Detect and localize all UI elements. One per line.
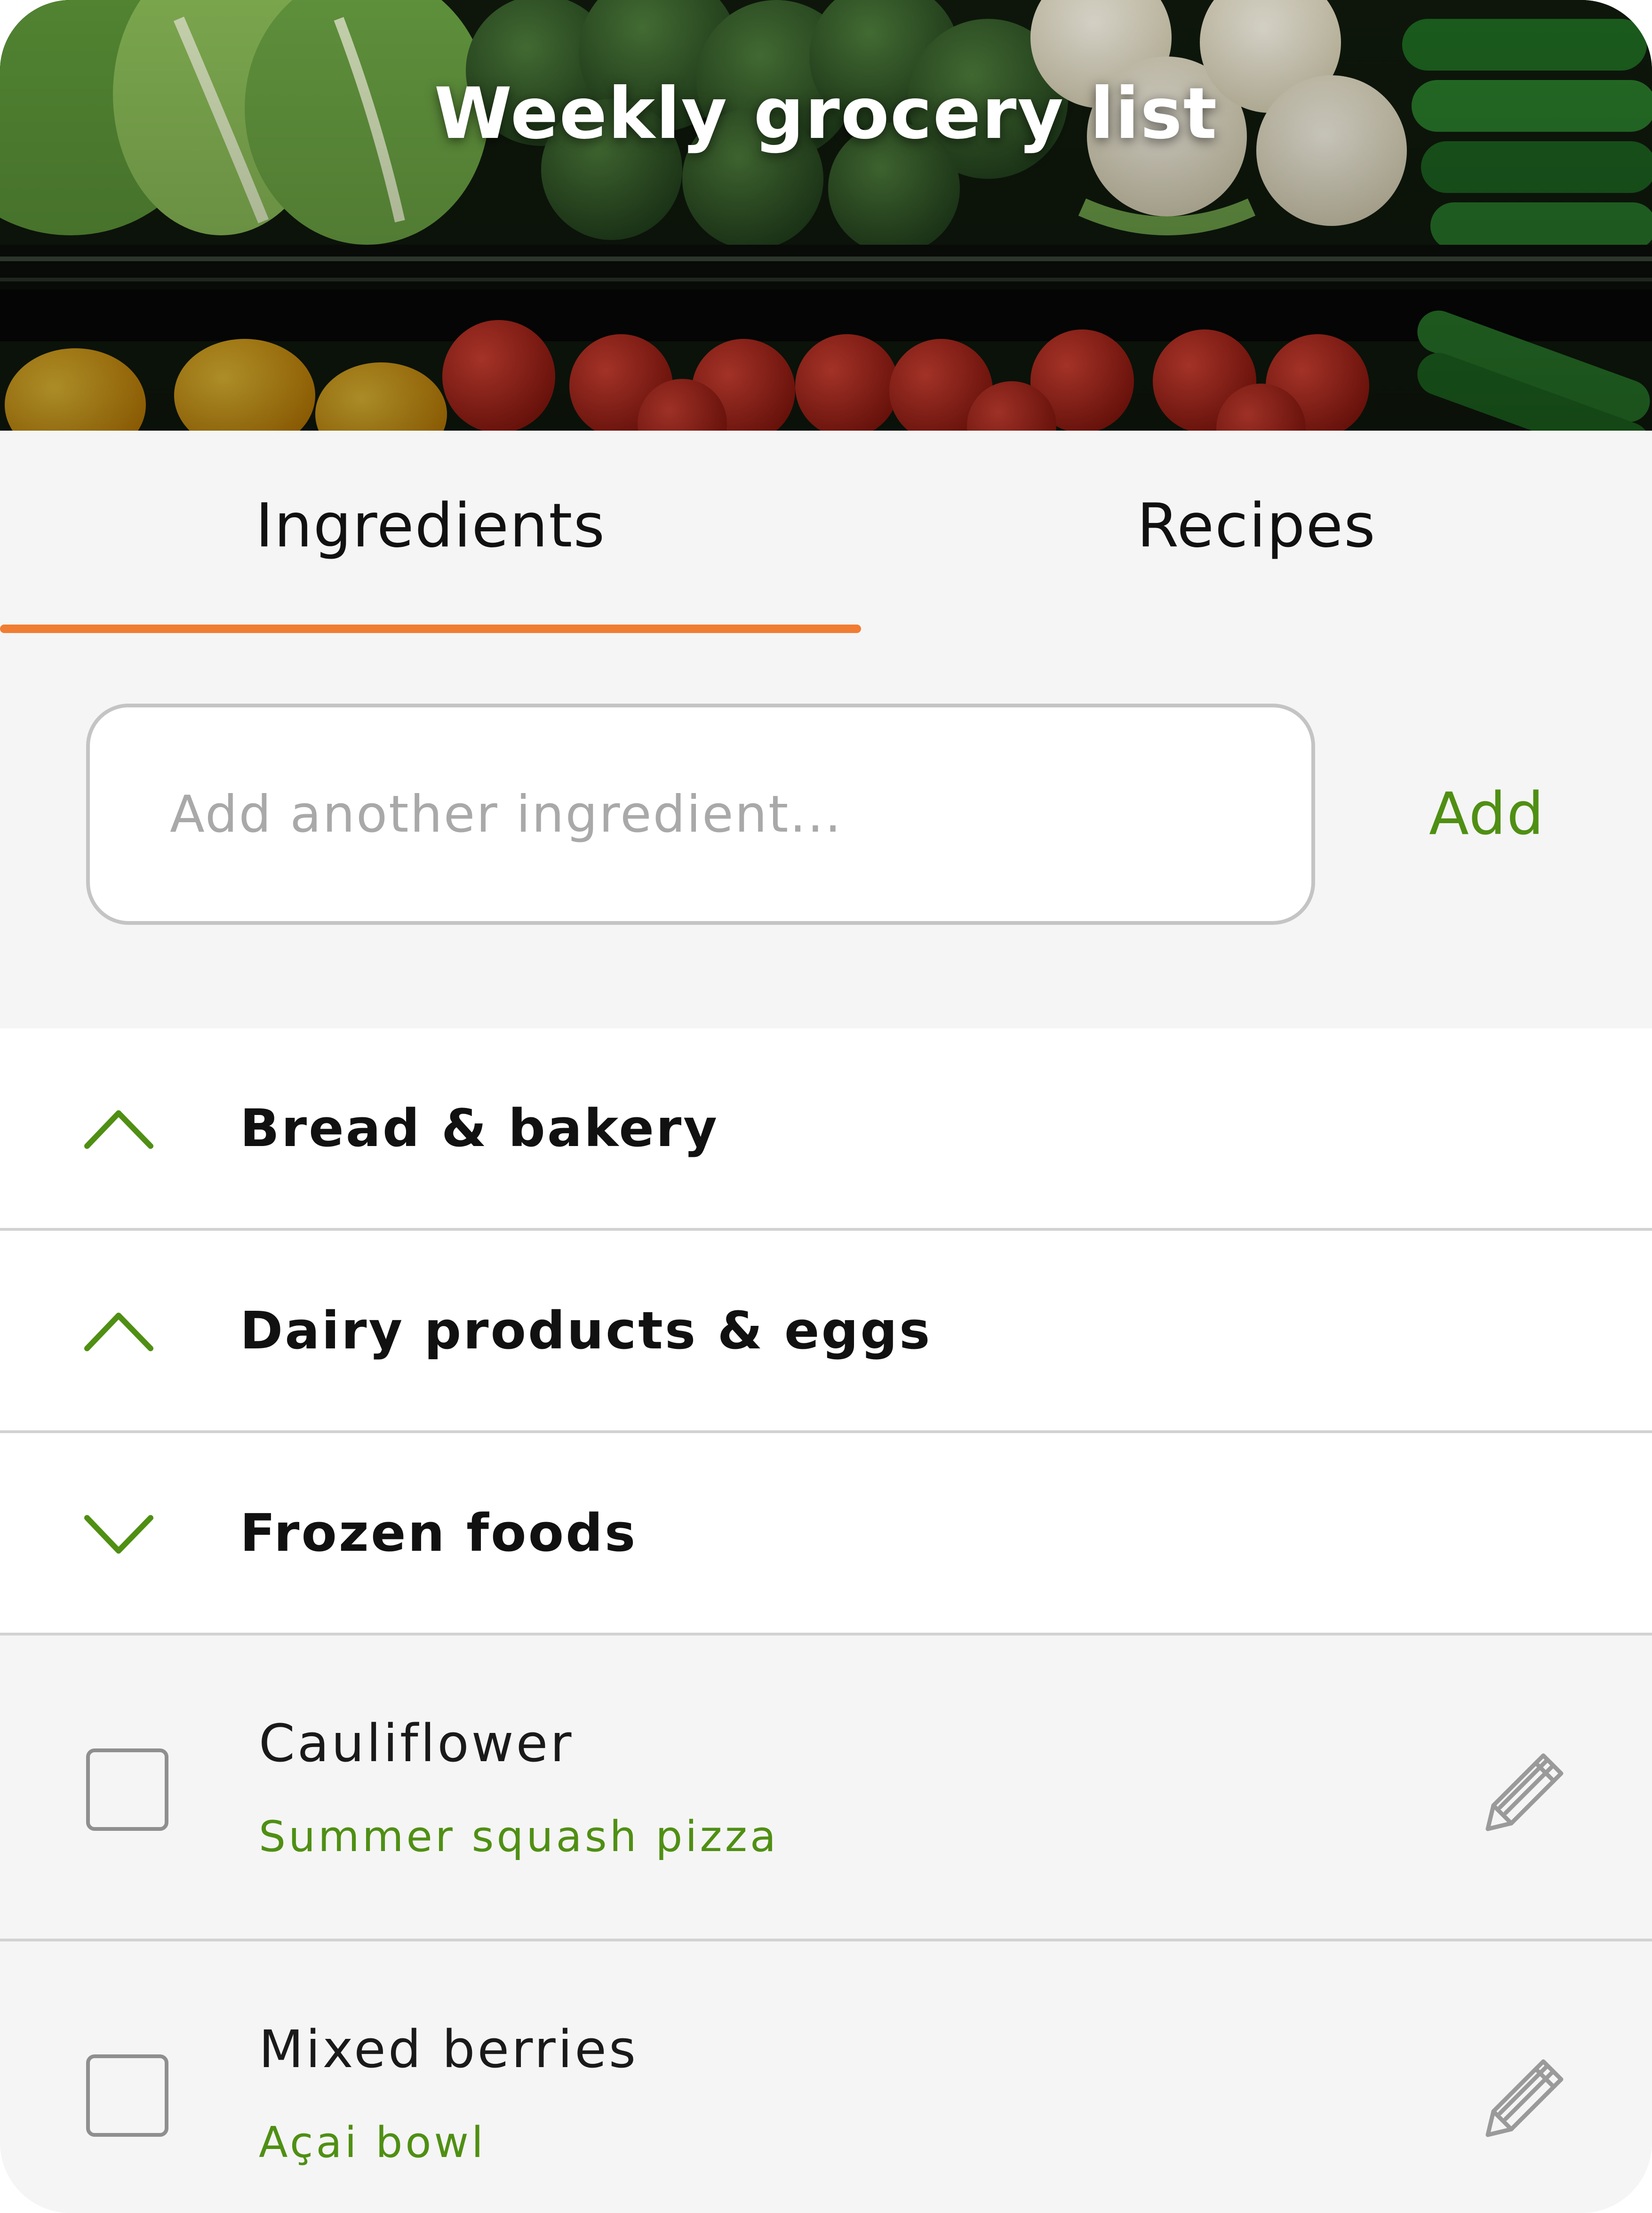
list-item: Mixed berries Açai bowl <box>0 1941 1652 2213</box>
grocery-app: Weekly grocery list Ingredients Recipes … <box>0 0 1652 2213</box>
item-name: Mixed berries <box>259 2019 638 2079</box>
pencil-icon[interactable] <box>1477 2047 1572 2141</box>
header-banner: Weekly grocery list <box>0 0 1652 431</box>
active-tab-indicator <box>0 625 861 633</box>
tab-recipes[interactable]: Recipes <box>861 431 1652 635</box>
item-recipe-link[interactable]: Açai bowl <box>259 2118 486 2167</box>
pencil-icon[interactable] <box>1477 1741 1572 1836</box>
category-dairy-eggs[interactable]: Dairy products & eggs <box>0 1231 1652 1433</box>
item-recipe-link[interactable]: Summer squash pizza <box>259 1812 779 1861</box>
page-title: Weekly grocery list <box>434 73 1218 155</box>
category-list: Bread & bakery Dairy products & eggs Fro… <box>0 1028 1652 1636</box>
item-checkbox[interactable] <box>86 2054 168 2137</box>
add-button[interactable]: Add <box>1393 704 1581 925</box>
category-label: Dairy products & eggs <box>240 1300 932 1361</box>
ingredient-input[interactable] <box>86 704 1315 925</box>
chevron-down-icon <box>84 1515 153 1554</box>
category-label: Bread & bakery <box>240 1098 719 1158</box>
category-frozen-foods[interactable]: Frozen foods <box>0 1433 1652 1636</box>
ingredient-list: Cauliflower Summer squash pizza Mixed be… <box>0 1636 1652 2213</box>
item-checkbox[interactable] <box>86 1748 168 1831</box>
tab-ingredients[interactable]: Ingredients <box>0 431 861 635</box>
chevron-up-icon <box>84 1313 153 1351</box>
item-name: Cauliflower <box>259 1713 574 1773</box>
tab-bar: Ingredients Recipes <box>0 431 1652 635</box>
category-bread-bakery[interactable]: Bread & bakery <box>0 1028 1652 1231</box>
list-item: Cauliflower Summer squash pizza <box>0 1636 1652 1941</box>
chevron-up-icon <box>84 1110 153 1149</box>
produce-background-image <box>0 0 1652 431</box>
add-ingredient-row: Add <box>0 635 1652 1028</box>
category-label: Frozen foods <box>240 1503 638 1563</box>
